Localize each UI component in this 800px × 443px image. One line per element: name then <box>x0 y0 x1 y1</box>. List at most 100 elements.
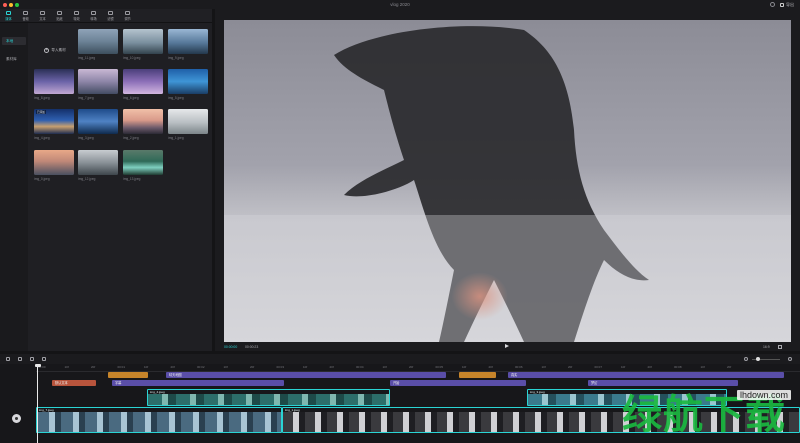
zoom-slider-knob[interactable] <box>756 357 760 361</box>
ruler-tick-label: 00:08 <box>674 364 682 369</box>
ruler-tick-label: 10f <box>144 364 149 369</box>
ruler-tick-label: 10f <box>462 364 467 369</box>
tool-filter[interactable]: 滤镜 <box>102 9 119 23</box>
media-icon <box>6 11 11 15</box>
aspect-ratio-selector[interactable]: 16:9 <box>763 345 770 349</box>
ruler-tick-label: 10f <box>223 364 228 369</box>
export-button[interactable]: 导出 <box>778 2 796 8</box>
delete-icon[interactable] <box>42 357 46 361</box>
tool-text[interactable]: 文本 <box>34 9 51 23</box>
ruler-tick-label: 10f <box>303 364 308 369</box>
ruler-tick-label: 00:07 <box>594 364 603 369</box>
media-panel: 媒体 音频 文本 贴纸 特效 转场 滤镜 调节 本地 素材库 + 导入素材 im… <box>0 9 212 351</box>
plus-icon: + <box>44 46 50 53</box>
text-clip[interactable]: 字幕 <box>112 380 284 386</box>
ruler-tick-label: 20f <box>250 364 255 369</box>
ruler-tick-label: 00:04 <box>356 364 364 369</box>
watermark-url: lhdown.com <box>737 390 792 400</box>
text-clip[interactable]: 真实 <box>508 372 784 378</box>
media-thumb[interactable] <box>78 150 118 175</box>
ruler-tick-label: 20f <box>170 364 175 369</box>
media-thumb[interactable] <box>123 109 163 134</box>
tool-sticker[interactable]: 贴纸 <box>51 9 68 23</box>
ruler-tick-label: 20f <box>91 364 96 369</box>
export-icon <box>780 2 784 7</box>
current-timecode: 00:00:00 <box>224 345 238 349</box>
tool-media[interactable]: 媒体 <box>0 9 17 23</box>
play-button[interactable] <box>505 344 509 348</box>
preview-video[interactable] <box>224 20 791 342</box>
media-thumb[interactable] <box>168 109 208 134</box>
timeline-toolbar <box>0 354 800 364</box>
ruler-tick-label: 20f <box>568 364 573 369</box>
ruler-tick-label: 10f <box>700 364 705 369</box>
preview-controls: 00:00:00 00:00:23 16:9 <box>215 344 800 351</box>
ruler-tick-label: 10f <box>382 364 387 369</box>
tool-effects[interactable]: 特效 <box>68 9 85 23</box>
text-clip[interactable]: 梦幻 <box>588 380 738 386</box>
media-thumb[interactable] <box>78 69 118 94</box>
media-thumb[interactable] <box>168 29 208 54</box>
split-icon[interactable] <box>30 357 34 361</box>
ruler-tick-label: 00:02 <box>197 364 205 369</box>
effects-icon <box>74 11 79 15</box>
fullscreen-icon[interactable] <box>778 345 782 349</box>
text-clip[interactable] <box>108 372 148 378</box>
ruler-tick-label: 20f <box>727 364 732 369</box>
media-thumb[interactable]: 已添加 <box>34 109 74 134</box>
filter-icon <box>108 11 113 15</box>
main-video-clip[interactable]: img_7.jpeg <box>36 407 282 433</box>
ruler-tick-label: 00:05 <box>435 364 444 369</box>
nav-library[interactable]: 素材库 <box>2 55 26 63</box>
export-label: 导出 <box>786 1 794 7</box>
tool-adjust[interactable]: 调节 <box>119 9 136 23</box>
cover-button[interactable] <box>12 414 21 423</box>
zoom-out-icon[interactable] <box>744 357 748 361</box>
media-thumb[interactable] <box>78 109 118 134</box>
title-bar: vlog 2020 导出 <box>0 0 800 9</box>
media-thumb[interactable] <box>123 69 163 94</box>
ruler-tick-label: 00:03 <box>276 364 285 369</box>
ruler-tick-label: 20f <box>409 364 414 369</box>
text-clip[interactable]: 默认文本 <box>52 380 96 386</box>
ruler-tick-label: 20f <box>329 364 334 369</box>
ruler-tick-label: 20f <box>647 364 652 369</box>
media-thumb[interactable] <box>34 150 74 175</box>
media-thumb[interactable] <box>34 69 74 94</box>
media-thumb[interactable] <box>123 29 163 54</box>
video-clip[interactable]: img_4.jpeg <box>147 389 390 406</box>
tool-audio[interactable]: 音频 <box>17 9 34 23</box>
transition-icon <box>91 11 96 15</box>
total-timecode: 00:00:23 <box>245 345 259 349</box>
text-icon <box>40 11 45 15</box>
media-thumb[interactable] <box>168 69 208 94</box>
ruler-tick-label: 00:01 <box>117 364 126 369</box>
playhead[interactable] <box>37 364 38 443</box>
zoom-in-icon[interactable] <box>788 357 792 361</box>
text-clip[interactable] <box>459 372 496 378</box>
resource-toolbar: 媒体 音频 文本 贴纸 特效 转场 滤镜 调节 <box>0 9 212 23</box>
sticker-icon <box>57 11 62 15</box>
playhead-handle[interactable] <box>34 364 41 367</box>
tool-transition[interactable]: 转场 <box>85 9 102 23</box>
text-clip[interactable]: 开始 <box>390 380 526 386</box>
ruler-tick-label: 10f <box>621 364 626 369</box>
adjust-icon <box>125 11 130 15</box>
undo-icon[interactable] <box>6 357 10 361</box>
media-thumb[interactable] <box>123 150 163 175</box>
text-clip[interactable]: 晴天地图 <box>166 372 446 378</box>
ruler-tick-label: 00:06 <box>515 364 523 369</box>
settings-icon[interactable] <box>770 2 775 7</box>
nav-local[interactable]: 本地 <box>2 37 26 45</box>
import-media-button[interactable]: + 导入素材 <box>34 36 76 64</box>
audio-icon <box>23 11 28 15</box>
ruler-tick-label: 10f <box>541 364 546 369</box>
ruler-tick-label: 10f <box>64 364 69 369</box>
ruler-tick-label: 20f <box>488 364 493 369</box>
time-ruler[interactable]: 00:00 10f 20f 00:01 10f 20f 00:02 10f 20f 00:03 10… <box>36 364 800 372</box>
redo-icon[interactable] <box>18 357 22 361</box>
media-side-nav: 本地 素材库 <box>0 23 28 351</box>
preview-panel: 00:00:00 00:00:23 16:9 <box>215 9 800 351</box>
media-thumb[interactable] <box>78 29 118 54</box>
app-title: vlog 2020 <box>390 2 410 7</box>
